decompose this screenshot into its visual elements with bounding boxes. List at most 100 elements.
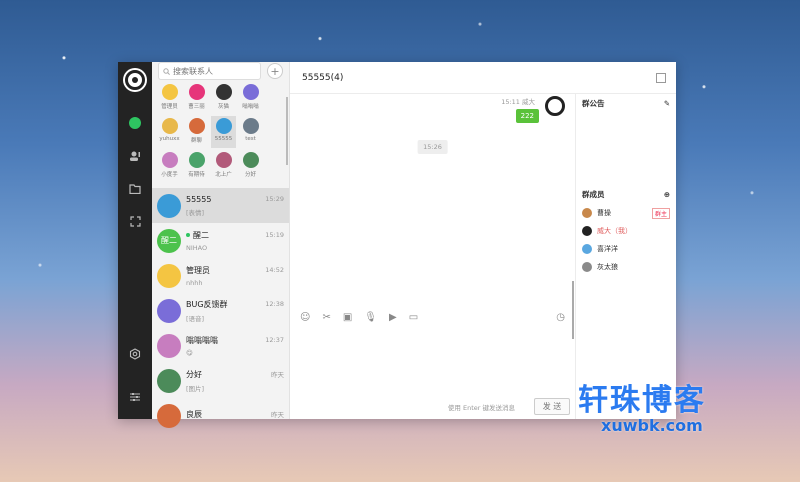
contacts-icon[interactable] (118, 139, 152, 172)
settings-icon[interactable] (118, 337, 152, 370)
folder-icon[interactable]: ▭ (409, 312, 418, 323)
avatar (188, 118, 205, 134)
contact-grid-item[interactable]: 灰猫 (211, 82, 236, 114)
contact-grid-item[interactable]: 北上广 (211, 150, 236, 182)
contact-label: 分好 (244, 172, 256, 178)
timestamp-divider: 15:26 (417, 140, 448, 154)
search-box[interactable] (158, 62, 261, 80)
chat-icon[interactable] (118, 106, 152, 139)
contact-label: 55555 (214, 136, 233, 142)
contact-label: yuhuxx (159, 136, 180, 142)
members-title: 群成员 (582, 190, 605, 199)
contact-label: 灰猫 (217, 104, 229, 110)
avatar (157, 333, 181, 358)
avatar (242, 152, 259, 168)
contact-label: 嗡嗡嗡 (242, 104, 259, 110)
conversation-preview: 😋 (186, 348, 193, 357)
contact-grid-item[interactable]: 分好 (238, 150, 263, 182)
message-history: 15:11 威大 222 15:26 (290, 94, 575, 339)
emoji-icon[interactable]: ☺ (300, 312, 310, 323)
send-button[interactable]: 发 送 (534, 398, 570, 415)
watermark-url: xuwbk.com (601, 416, 703, 435)
avatar (157, 368, 181, 393)
fullscreen-icon[interactable] (118, 205, 152, 238)
contact-label: test (245, 136, 256, 142)
member-name: 曹操 (597, 209, 611, 217)
conversation-time: 12:38 (265, 300, 284, 308)
search-input[interactable] (173, 66, 253, 76)
avatar (582, 208, 592, 218)
conversation-time: 14:52 (265, 266, 284, 274)
conversation-name: 管理员 (186, 265, 210, 275)
contact-grid-item[interactable]: test (238, 116, 263, 148)
add-button[interactable]: + (267, 63, 283, 79)
message-input[interactable]: 使用 Enter 键发送消息 发 送 (290, 328, 575, 419)
member-item[interactable]: 灰太狼 (576, 258, 676, 276)
contact-grid-item[interactable]: 嗡嗡嗡 (238, 82, 263, 114)
online-indicator (186, 233, 190, 237)
contact-grid-item[interactable]: 曹三丽 (184, 82, 209, 114)
qr-code-icon[interactable] (656, 72, 666, 83)
avatar (582, 226, 592, 236)
avatar (157, 403, 181, 428)
avatar (582, 262, 592, 272)
edit-icon[interactable]: ✎ (664, 99, 670, 108)
conversation-preview: [语音] (186, 314, 205, 323)
contact-panel: + 管理员曹三丽灰猫嗡嗡嗡yuhuxx群聊55555test小度手有期待北上广分… (152, 62, 290, 428)
conversation-name: 良辰 (186, 409, 202, 419)
conversation-item[interactable]: 55555 15:29 [表情] (152, 188, 289, 223)
conversation-preview: nhhh (186, 278, 203, 287)
add-member-icon[interactable]: ⊕ (664, 190, 670, 199)
conversation-item[interactable]: 分好 昨天 [图片] (152, 363, 289, 398)
nav-bar (118, 62, 152, 419)
member-item[interactable]: 威大（我） (576, 222, 676, 240)
avatar (161, 152, 178, 168)
conversation-item[interactable]: 良辰 昨天 (152, 398, 289, 433)
avatar (215, 84, 232, 100)
avatar (242, 84, 259, 100)
conversation-name: 分好 (186, 369, 202, 379)
conversation-preview: NIHAO (186, 243, 208, 252)
video-icon[interactable]: ▶ (389, 312, 397, 323)
avatar (157, 298, 181, 323)
conversation-item[interactable]: 管理员 14:52 nhhh (152, 258, 289, 293)
avatar[interactable] (545, 96, 565, 116)
conversation-item[interactable]: 醒二 醒二 15:19 NIHAO (152, 223, 289, 258)
avatar (188, 84, 205, 100)
members-header: 群成员 ⊕ (576, 185, 676, 204)
contact-label: 有期待 (188, 172, 205, 178)
contact-label: 曹三丽 (188, 104, 205, 110)
avatar (157, 193, 181, 218)
notice-header: 群公告 ✎ (576, 94, 676, 113)
contacts-grid: 管理员 曹三丽 灰猫 嗡嗡嗡 yuhuxx 群聊 55555 test 小度手 有期待 北上广 分好 (152, 80, 289, 188)
contact-grid-item[interactable]: 55555 (211, 116, 236, 148)
avatar (161, 84, 178, 100)
contact-grid-item[interactable]: yuhuxx (157, 116, 182, 148)
member-item[interactable]: 曹操 群主 (576, 204, 676, 222)
conversation-name: 嗡嗡嗡嗡 (186, 335, 218, 345)
contact-grid-item[interactable]: 管理员 (157, 82, 182, 114)
message-bubble: 222 (515, 109, 539, 123)
contact-grid-item[interactable]: 小度手 (157, 150, 182, 182)
member-item[interactable]: 喜洋洋 (576, 240, 676, 258)
member-name: 喜洋洋 (597, 245, 618, 253)
conversation-preview: [表情] (186, 208, 205, 217)
folder-icon[interactable] (118, 172, 152, 205)
message-meta: 15:11 威大 (501, 96, 535, 106)
conversation-name: 醒二 (186, 230, 209, 241)
contact-scrollbar[interactable] (286, 97, 288, 165)
contact-grid-item[interactable]: 群聊 (184, 116, 209, 148)
history-clock-icon[interactable]: ◷ (556, 312, 565, 323)
conversation-time: 昨天 (271, 411, 284, 419)
conversation-item[interactable]: BUG反馈群 12:38 [语音] (152, 293, 289, 328)
conversation-item[interactable]: 嗡嗡嗡嗡 12:37 😋 (152, 328, 289, 363)
contact-label: 北上广 (215, 172, 232, 178)
input-toolbar: ☺ ✂ ▣ 🎙 ▶ ▭ ◷ (290, 306, 575, 328)
sliders-icon[interactable] (118, 380, 152, 413)
owner-badge: 群主 (651, 207, 670, 219)
image-icon[interactable]: ▣ (343, 312, 352, 323)
contact-grid-item[interactable]: 有期待 (184, 150, 209, 182)
chat-main: 55555(4) 15:11 威大 222 15:26 ☺ ✂ ▣ 🎙 ▶ ▭ … (290, 62, 676, 419)
scissors-icon[interactable]: ✂ (322, 312, 330, 323)
microphone-icon[interactable]: 🎙 (364, 312, 377, 323)
